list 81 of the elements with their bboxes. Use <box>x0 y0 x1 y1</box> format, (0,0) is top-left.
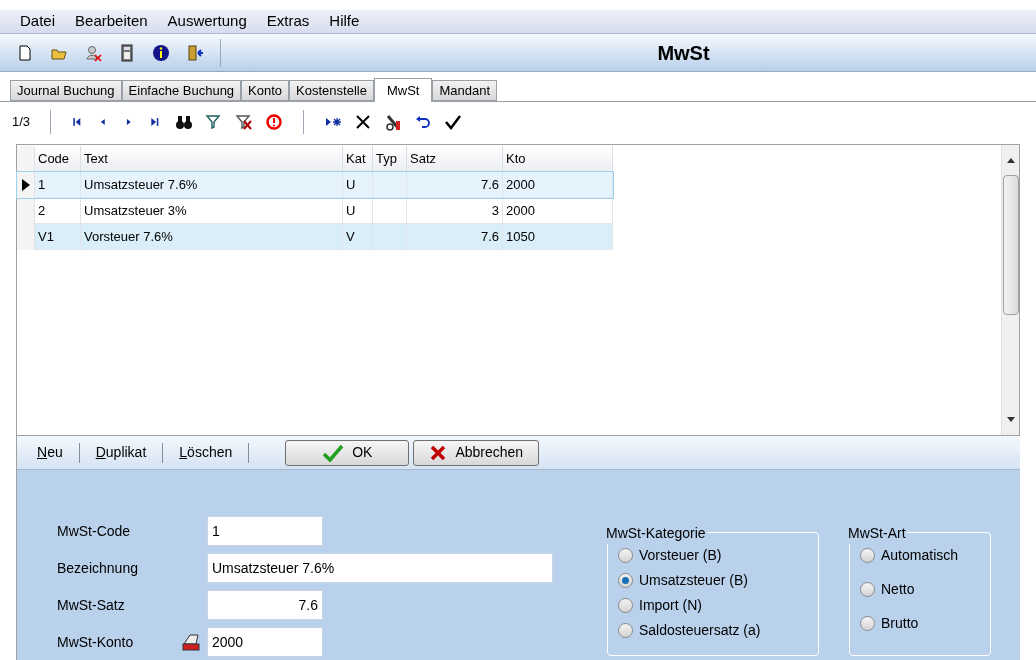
table-cell <box>373 224 407 250</box>
table-cell: Umsatzsteuer 7.6% <box>81 172 343 198</box>
scrollbar[interactable] <box>1001 145 1019 435</box>
table-row[interactable]: 1 Umsatzsteuer 7.6% U 7.6 2000 <box>17 172 613 198</box>
menu-item[interactable]: Extras <box>266 10 310 33</box>
table-cell: U <box>343 172 373 198</box>
remove-filter-icon[interactable] <box>235 113 254 131</box>
table-cell: 7.6 <box>407 172 503 198</box>
row-header-cell[interactable] <box>17 172 35 198</box>
tab[interactable]: Kostenstelle <box>289 80 374 101</box>
field-label: MwSt-Code <box>57 521 132 541</box>
cancel-button[interactable]: Abbrechen <box>413 439 540 466</box>
undo-icon[interactable] <box>414 113 433 131</box>
checkmark-icon[interactable] <box>444 113 463 131</box>
radio-label: Saldosteuersatz (a) <box>639 620 761 640</box>
table-row[interactable]: V1 Vorsteuer 7.6% V 7.6 1050 <box>17 224 613 250</box>
radio-button[interactable] <box>860 547 875 563</box>
table-cell: 1050 <box>503 224 613 250</box>
radio-label: Netto <box>881 579 915 599</box>
calculator-icon[interactable] <box>118 43 136 62</box>
user-delete-icon[interactable] <box>84 43 102 62</box>
tab[interactable]: Konto <box>241 80 290 101</box>
field-label: MwSt-Satz <box>57 595 126 615</box>
column-header[interactable]: Typ <box>373 146 407 172</box>
column-header[interactable]: Satz <box>407 146 503 172</box>
row-pointer-icon <box>21 179 30 191</box>
table-cell: V <box>343 224 373 250</box>
table-cell: 1 <box>35 172 81 198</box>
menu-item[interactable]: Auswertung <box>167 10 247 33</box>
radio-label: Vorsteuer (B) <box>639 545 722 565</box>
radio-button[interactable] <box>618 597 633 613</box>
radio-label: Brutto <box>881 613 919 633</box>
scroll-down-icon[interactable] <box>1006 417 1015 423</box>
action-link[interactable]: Löschen <box>175 442 237 463</box>
table-row[interactable]: 2 Umsatzsteuer 3% U 3 2000 <box>17 198 613 224</box>
radio-label: Automatisch <box>881 545 959 565</box>
text-field[interactable]: 2000 <box>207 627 323 657</box>
menu-item[interactable]: Datei <box>20 10 56 33</box>
scroll-up-icon[interactable] <box>1006 157 1015 163</box>
menu-item[interactable]: Hilfe <box>329 10 360 33</box>
table-cell: 7.6 <box>407 224 503 250</box>
lookup-icon[interactable] <box>181 632 203 652</box>
close-icon <box>429 443 448 462</box>
text-field[interactable]: 7.6 <box>207 590 323 620</box>
text-field[interactable]: Umsatzsteuer 7.6% <box>207 553 553 583</box>
info-icon[interactable] <box>152 43 170 62</box>
window-title: MwSt <box>657 40 710 66</box>
radio-label: Import (N) <box>639 595 702 615</box>
table-cell <box>373 172 407 198</box>
radio-button[interactable] <box>618 622 633 638</box>
ok-button[interactable]: OK <box>285 439 410 466</box>
tab[interactable]: Einfache Buchung <box>121 80 242 101</box>
binoculars-icon[interactable] <box>175 113 194 131</box>
row-header-cell[interactable] <box>17 198 35 224</box>
column-header[interactable]: Kat <box>343 146 373 172</box>
radio-button[interactable] <box>860 581 875 597</box>
row-header-cell[interactable] <box>17 224 35 250</box>
radio-button[interactable] <box>618 547 633 563</box>
table-cell: Vorsteuer 7.6% <box>81 224 343 250</box>
table-cell: V1 <box>35 224 81 250</box>
checkmark-icon <box>322 443 345 462</box>
delete-icon[interactable] <box>354 113 373 131</box>
column-header[interactable]: Code <box>35 146 81 172</box>
radio-button[interactable] <box>618 572 633 588</box>
column-header[interactable]: Kto <box>503 146 613 172</box>
radio-button[interactable] <box>860 615 875 631</box>
table-cell: 2000 <box>503 172 613 198</box>
action-link[interactable]: Duplikat <box>91 442 151 463</box>
tab[interactable]: Journal Buchung <box>10 80 122 101</box>
field-label: MwSt-Konto <box>57 632 135 652</box>
record-position: 1/3 <box>12 113 31 132</box>
field-label: Bezeichnung <box>57 558 139 578</box>
exit-door-icon[interactable] <box>186 43 204 62</box>
action-link[interactable]: Neu <box>33 442 67 463</box>
tab[interactable]: Mandant <box>432 80 497 101</box>
new-document-icon[interactable] <box>16 43 34 62</box>
menu-item[interactable]: Bearbeiten <box>75 10 148 33</box>
tab[interactable]: MwSt <box>373 78 433 102</box>
column-header[interactable]: Text <box>81 146 343 172</box>
radio-label: Umsatzsteuer (B) <box>639 570 748 590</box>
text-field[interactable]: 1 <box>207 516 323 546</box>
